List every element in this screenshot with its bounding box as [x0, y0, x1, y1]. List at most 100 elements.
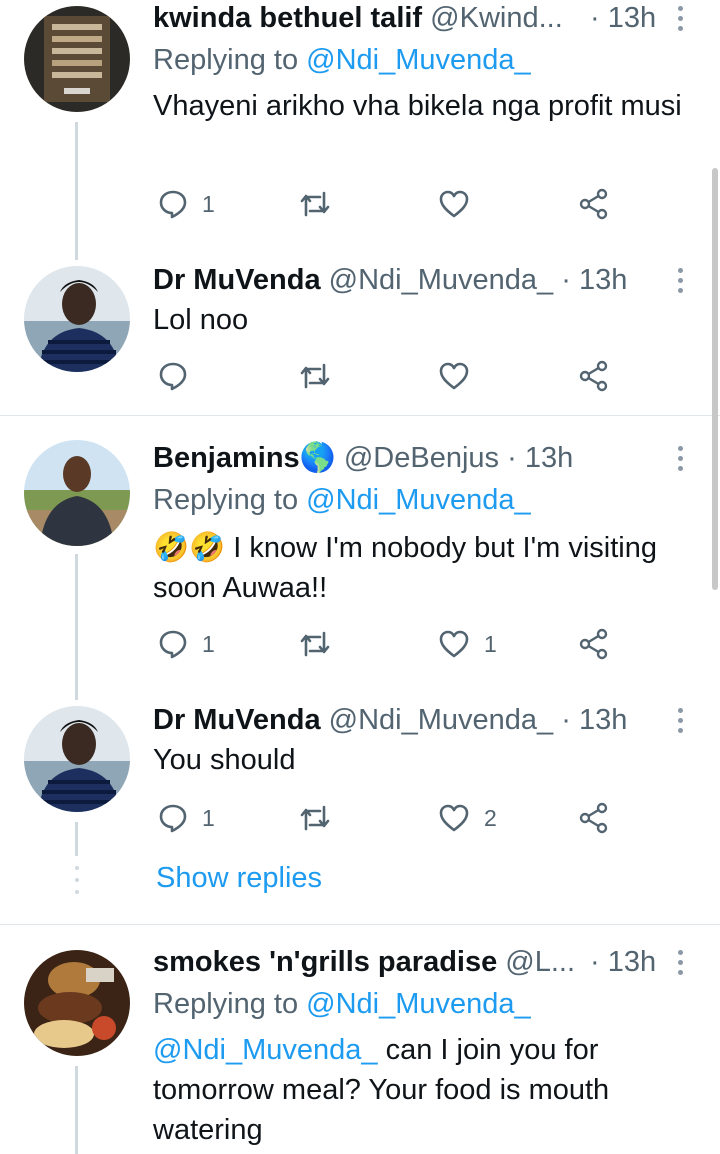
avatar[interactable]	[24, 266, 130, 372]
reply-icon	[159, 630, 187, 659]
user-handle[interactable]: @Ndi_Muvenda_	[329, 264, 554, 296]
tweet-4[interactable]: Dr MuVenda @Ndi_Muvenda_ · 13h You shoul…	[0, 700, 720, 860]
share-icon	[579, 188, 608, 220]
avatar[interactable]	[24, 6, 130, 112]
replying-mention[interactable]: @Ndi_Muvenda_	[306, 44, 531, 76]
replying-mention[interactable]: @Ndi_Muvenda_	[306, 484, 531, 516]
share-icon	[579, 802, 608, 834]
tweet-2[interactable]: Dr MuVenda @Ndi_Muvenda_ · 13h Lol noo	[0, 260, 720, 415]
reply-button[interactable]: 1	[158, 624, 215, 664]
replying-mention[interactable]: @Ndi_Muvenda_	[306, 988, 531, 1020]
separator-dot: ·	[507, 442, 517, 474]
reply-icon	[159, 362, 187, 391]
like-button[interactable]	[438, 356, 484, 396]
share-icon	[579, 360, 608, 392]
tweet-header: smokes 'n'grills paradise @L...	[153, 944, 575, 980]
display-name[interactable]: smokes 'n'grills paradise	[153, 946, 497, 978]
tweet-header: Dr MuVenda @Ndi_Muvenda_ · 13h	[153, 702, 627, 738]
replying-label: Replying to	[153, 988, 299, 1020]
share-button[interactable]	[578, 356, 610, 396]
share-button[interactable]	[578, 184, 610, 224]
more-options-icon[interactable]	[670, 944, 690, 980]
heart-icon	[439, 804, 469, 832]
thread-line	[75, 122, 78, 260]
retweet-icon	[300, 631, 330, 657]
replying-label: Replying to	[153, 44, 299, 76]
tweet-actions: 1	[153, 184, 623, 224]
avatar[interactable]	[24, 950, 130, 1056]
reply-count: 1	[202, 804, 215, 831]
tweet-text-content: I know I'm nobody but I'm visiting soon …	[153, 532, 657, 604]
reply-button[interactable]	[158, 356, 202, 396]
retweet-button[interactable]	[298, 356, 332, 396]
tweet-actions: 1 1	[153, 624, 623, 664]
tweet-header: Dr MuVenda @Ndi_Muvenda_ · 13h	[153, 262, 627, 298]
like-button[interactable]: 1	[438, 624, 497, 664]
tweet-actions	[153, 356, 623, 396]
heart-icon	[439, 190, 469, 218]
tweet-time[interactable]: · 13h	[590, 944, 656, 980]
display-name[interactable]: kwinda bethuel talif	[153, 2, 422, 34]
thread-line	[75, 554, 78, 700]
replying-to: Replying to @Ndi_Muvenda_	[153, 986, 531, 1022]
user-handle[interactable]: @Kwind...	[430, 2, 563, 34]
scrollbar[interactable]	[712, 168, 718, 590]
globe-emoji-icon: 🌎	[299, 442, 336, 474]
reply-icon	[159, 804, 187, 833]
tweet-text: 🤣🤣 I know I'm nobody but I'm visiting so…	[153, 528, 693, 608]
separator-dot: ·	[590, 2, 600, 34]
user-handle[interactable]: @Ndi_Muvenda_	[329, 704, 554, 736]
divider	[0, 924, 720, 925]
more-options-icon[interactable]	[670, 262, 690, 298]
timestamp[interactable]: 13h	[525, 442, 573, 474]
retweet-icon	[300, 191, 330, 217]
like-button[interactable]: 2	[438, 798, 497, 838]
display-name[interactable]: Benjamins	[153, 442, 300, 474]
more-options-icon[interactable]	[670, 702, 690, 738]
tweet-actions: 1 2	[153, 798, 623, 838]
tweet-5[interactable]: smokes 'n'grills paradise @L... · 13h Re…	[0, 944, 720, 1154]
display-name[interactable]: Dr MuVenda	[153, 264, 321, 296]
display-name[interactable]: Dr MuVenda	[153, 704, 321, 736]
replying-to: Replying to @Ndi_Muvenda_	[153, 482, 531, 518]
timestamp[interactable]: 13h	[579, 704, 627, 736]
show-replies-link[interactable]: Show replies	[156, 860, 322, 896]
like-count: 1	[484, 630, 497, 657]
laughing-emoji-icon: 🤣🤣	[153, 532, 226, 564]
avatar[interactable]	[24, 706, 130, 812]
retweet-button[interactable]	[298, 798, 332, 838]
divider	[0, 415, 720, 416]
avatar[interactable]	[24, 440, 130, 546]
reply-count: 1	[202, 630, 215, 657]
retweet-button[interactable]	[298, 624, 332, 664]
retweet-icon	[300, 805, 330, 831]
tweet-1[interactable]: kwinda bethuel talif @Kwind... · 13h Rep…	[0, 0, 720, 260]
timestamp[interactable]: 13h	[579, 264, 627, 296]
tweet-header: kwinda bethuel talif @Kwind...	[153, 0, 563, 36]
tweet-text: @Ndi_Muvenda_ can I join you for tomorro…	[153, 1030, 693, 1150]
reply-button[interactable]: 1	[158, 798, 215, 838]
reply-button[interactable]: 1	[158, 184, 215, 224]
reply-icon	[159, 190, 187, 219]
tweet-mention[interactable]: @Ndi_Muvenda_	[153, 1034, 378, 1066]
separator-dot: ·	[590, 946, 600, 978]
separator-dot: ·	[561, 264, 571, 296]
tweet-text: Lol noo	[153, 304, 249, 336]
more-options-icon[interactable]	[670, 440, 690, 476]
retweet-button[interactable]	[298, 184, 332, 224]
tweet-header: Benjamins🌎 @DeBenjus · 13h	[153, 440, 573, 476]
more-options-icon[interactable]	[670, 0, 690, 36]
like-count: 2	[484, 804, 497, 831]
tweet-3[interactable]: Benjamins🌎 @DeBenjus · 13h Replying to @…	[0, 440, 720, 700]
like-button[interactable]	[438, 184, 484, 224]
reply-count: 1	[202, 190, 215, 217]
tweet-time[interactable]: · 13h	[590, 0, 656, 36]
user-handle[interactable]: @DeBenjus	[344, 442, 499, 474]
thread-line	[75, 1066, 78, 1154]
timestamp[interactable]: 13h	[608, 946, 656, 978]
share-button[interactable]	[578, 624, 610, 664]
share-button[interactable]	[578, 798, 610, 838]
timestamp[interactable]: 13h	[608, 2, 656, 34]
user-handle[interactable]: @L...	[505, 946, 575, 978]
tweet-text: Vhayeni arikho vha bikela nga profit mus…	[153, 90, 682, 122]
